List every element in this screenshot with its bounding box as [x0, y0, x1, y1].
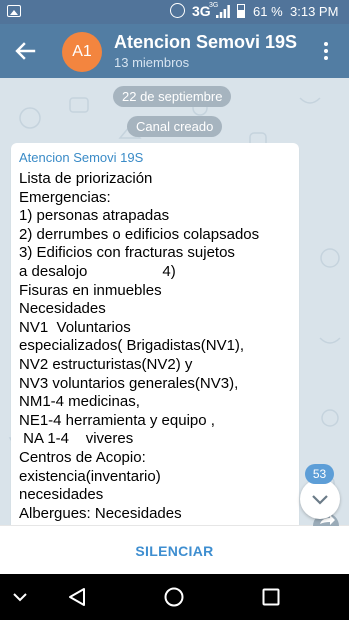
- message-line: NA 1-4 viveres: [19, 430, 134, 448]
- date-separator: 22 de septiembre: [113, 86, 232, 107]
- message-sender[interactable]: Atencion Semovi 19S: [19, 150, 290, 165]
- message-line: 2) derrumbes o edificios colapsados: [19, 225, 260, 243]
- chat-header: A1 Atencion Semovi 19S 13 miembros: [0, 24, 349, 78]
- message-line: especializados( Brigadistas(NV1),: [19, 337, 245, 355]
- message-line: a desalojo 4): [19, 262, 176, 280]
- scroll-down-button[interactable]: [300, 479, 340, 519]
- battery-percent: 61 %: [253, 4, 283, 19]
- message-line: NV1 Voluntarios: [19, 318, 131, 336]
- signal-icon: [216, 5, 230, 18]
- chevron-down-icon: [312, 495, 328, 505]
- message-line: Centros de Acopio:: [19, 448, 146, 466]
- chat-area[interactable]: 22 de septiembre Canal creado Atencion S…: [0, 78, 349, 525]
- message-bubble[interactable]: Atencion Semovi 19S Lista de priorizació…: [11, 143, 299, 525]
- message-line: NV3 voluntarios generales(NV3),: [19, 374, 239, 392]
- message-line: 3) Edificios con fracturas sujetos: [19, 244, 235, 262]
- network-type: 3G: [192, 3, 211, 19]
- square-recents-icon[interactable]: [259, 585, 283, 609]
- message-line: NV2 estructuristas(NV2) y: [19, 355, 193, 373]
- member-count[interactable]: 13 miembros: [114, 55, 189, 70]
- service-message: Canal creado: [127, 116, 223, 137]
- system-navigation-bar: [0, 574, 349, 620]
- chevron-down-icon[interactable]: [8, 585, 32, 609]
- message-text: Lista de priorización Emergencias: 1) pers…: [19, 170, 290, 523]
- battery-icon: [237, 4, 245, 18]
- message-line: Necesidades: [19, 300, 106, 318]
- message-line: Fisuras en inmuebles: [19, 281, 162, 299]
- message-line: NE1-4 herramienta y equipo ,: [19, 411, 215, 429]
- message-line: Emergencias:: [19, 188, 111, 206]
- message-line: existencia(inventario): [19, 467, 161, 485]
- triangle-back-icon[interactable]: [65, 585, 89, 609]
- message-line: 1) personas atrapadas: [19, 207, 170, 225]
- status-bar: 3G 3G 61 % 3:13 PM: [0, 0, 349, 24]
- message-line: NM1-4 medicinas,: [19, 393, 140, 411]
- unread-count-badge: 53: [305, 464, 334, 484]
- circle-home-icon[interactable]: [162, 585, 186, 609]
- message-line: Albergues: Necesidades: [19, 504, 182, 522]
- alarm-icon: [170, 3, 185, 18]
- image-notification-icon: [7, 5, 21, 17]
- arrow-left-icon[interactable]: [10, 36, 40, 66]
- message-line: necesidades: [19, 486, 104, 504]
- more-vertical-icon[interactable]: [316, 38, 336, 64]
- message-line: Lista de priorización: [19, 170, 153, 187]
- bottom-bar: SILENCIAR: [0, 525, 349, 574]
- mute-button[interactable]: SILENCIAR: [0, 526, 349, 575]
- clock: 3:13 PM: [290, 4, 339, 19]
- avatar[interactable]: A1: [62, 32, 102, 72]
- chat-title[interactable]: Atencion Semovi 19S: [114, 32, 297, 53]
